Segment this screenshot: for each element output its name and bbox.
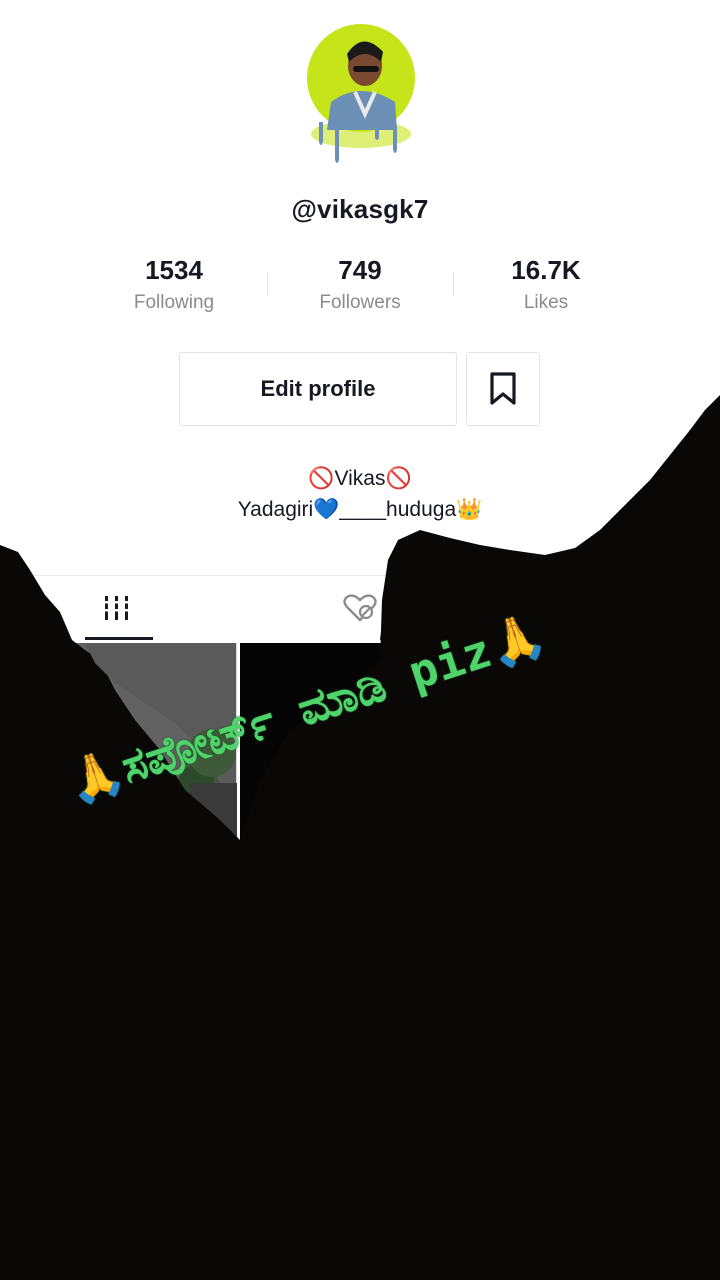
- dark-torn-overlay: [0, 395, 720, 1280]
